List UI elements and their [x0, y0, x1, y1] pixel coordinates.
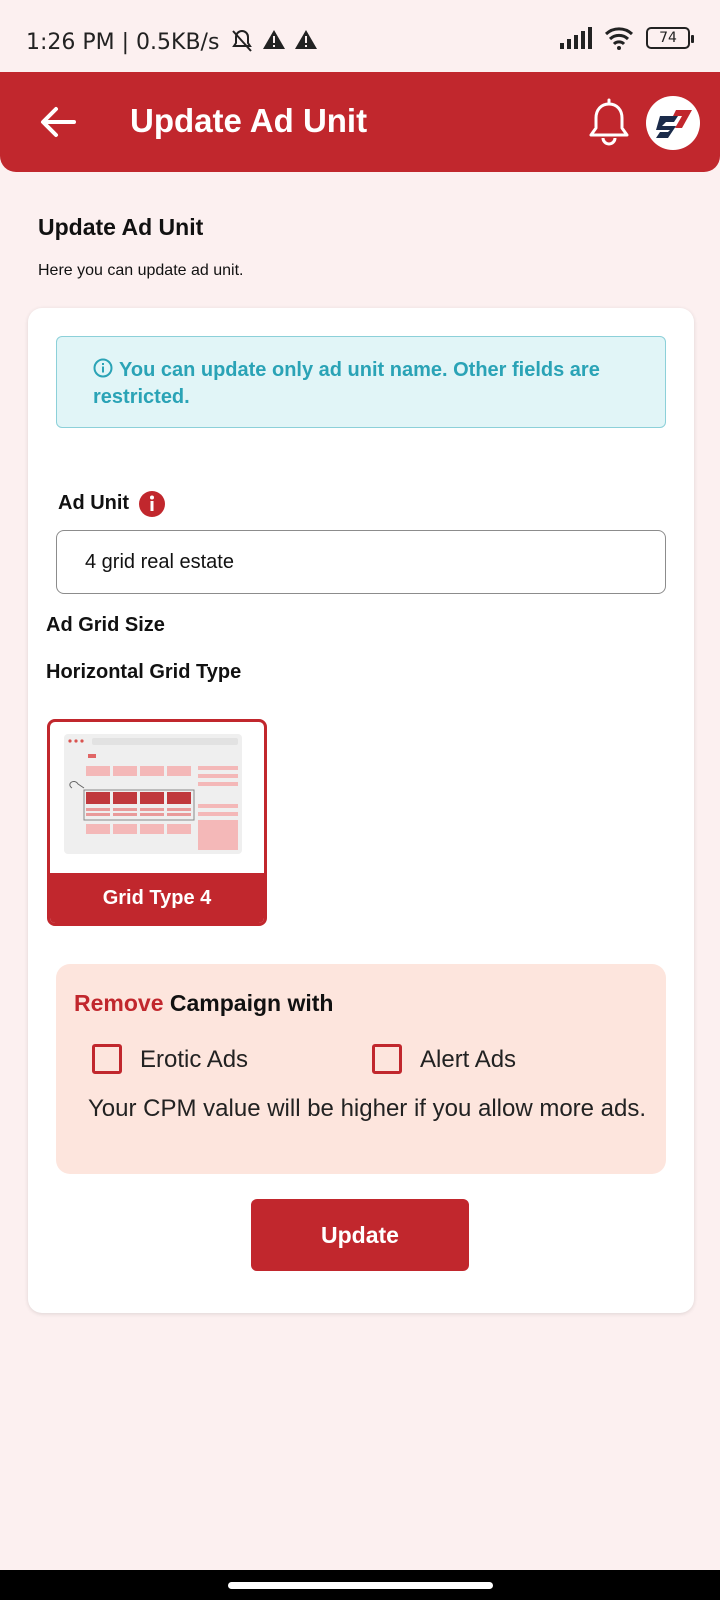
page-subtitle: Here you can update ad unit.	[38, 262, 244, 279]
status-time: 1:26 PM | 0.5KB/s	[26, 30, 220, 55]
erotic-ads-label[interactable]: Erotic Ads	[140, 1046, 248, 1074]
status-system-icons: 74	[560, 26, 694, 50]
signal-icon	[560, 27, 592, 49]
info-circle-icon	[93, 358, 113, 378]
arrow-left-icon	[41, 107, 76, 137]
home-gesture-handle[interactable]	[228, 1582, 493, 1589]
restriction-notice: You can update only ad unit name. Other …	[56, 336, 666, 428]
warning-icon	[263, 30, 285, 49]
page-title: Update Ad Unit	[38, 214, 204, 240]
alert-ads-checkbox[interactable]	[372, 1044, 402, 1074]
app-bar-title: Update Ad Unit	[130, 102, 368, 139]
status-notification-icons	[230, 28, 318, 54]
bell-icon	[589, 98, 629, 146]
grid-layout-preview-icon	[64, 734, 242, 854]
remove-campaign-panel: Remove Campaign with Erotic Ads Alert Ad…	[56, 964, 666, 1174]
ad-unit-label: Ad Unit	[58, 492, 130, 514]
ad-unit-input[interactable]	[56, 530, 666, 594]
grid-type-label: Horizontal Grid Type	[46, 661, 242, 683]
remove-campaign-title: Remove Campaign with	[74, 990, 333, 1017]
update-button[interactable]: Update	[251, 1199, 469, 1271]
bell-muted-icon	[232, 29, 252, 52]
wifi-icon	[604, 27, 634, 50]
remove-accent-text: Remove	[74, 990, 164, 1016]
warning-icon	[295, 30, 317, 49]
notifications-button[interactable]	[586, 98, 632, 146]
erotic-ads-checkbox[interactable]	[92, 1044, 122, 1074]
grid-type-option[interactable]: Grid Type 4	[47, 719, 267, 926]
notice-text: You can update only ad unit name. Other …	[93, 359, 600, 408]
alert-ads-label[interactable]: Alert Ads	[420, 1046, 516, 1074]
status-bar: 1:26 PM | 0.5KB/s 74	[0, 0, 720, 72]
remove-title-rest: Campaign with	[163, 990, 334, 1016]
app-bar: Update Ad Unit	[0, 72, 720, 172]
info-icon[interactable]	[138, 490, 166, 518]
avatar[interactable]	[646, 96, 700, 150]
update-form-card: You can update only ad unit name. Other …	[28, 308, 694, 1313]
grid-type-label-text: Grid Type 4	[50, 873, 264, 923]
back-button[interactable]	[36, 100, 80, 144]
brand-logo-icon	[656, 110, 692, 138]
cpm-note: Your CPM value will be higher if you all…	[88, 1095, 647, 1122]
ad-grid-size-label: Ad Grid Size	[46, 614, 165, 636]
system-nav-bar	[0, 1570, 720, 1600]
battery-indicator: 74	[646, 27, 694, 49]
